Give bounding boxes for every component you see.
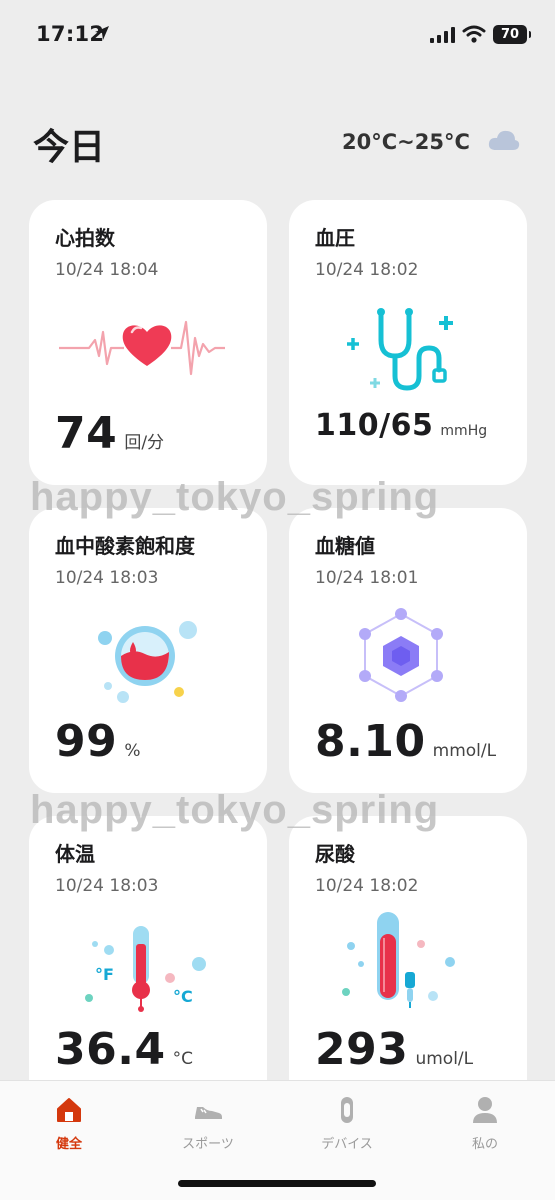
value-unit: umol/L (415, 1049, 474, 1069)
heart-rate-card[interactable]: 心拍数 10/24 18:04 74 回/分 (29, 200, 267, 485)
card-value: 74 回/分 (55, 408, 164, 459)
band-icon (341, 1097, 353, 1123)
blood-oxygen-card[interactable]: 血中酸素飽和度 10/24 18:03 99 % (29, 508, 267, 793)
home-icon (57, 1098, 81, 1122)
blood-oxygen-illustration-icon (98, 621, 197, 703)
glucose-molecule-icon (359, 608, 443, 702)
person-icon (473, 1097, 497, 1123)
stethoscope-icon (347, 308, 453, 391)
tab-devices[interactable]: デバイス (297, 1095, 397, 1152)
uric-acid-card[interactable]: 尿酸 10/24 18:02 293 umol/L (289, 816, 527, 1106)
card-value: 293 umol/L (315, 1024, 473, 1075)
card-value: 99 % (55, 716, 140, 767)
card-value: 36.4 °C (55, 1024, 193, 1075)
header: 今日 20°C~25°C (0, 110, 555, 170)
card-title: 尿酸 (315, 842, 355, 866)
value-number: 36.4 (55, 1024, 166, 1075)
test-tube-illustration-icon (342, 912, 455, 1008)
body-temperature-card[interactable]: 体温 10/24 18:03 °F °C 36.4 °C (29, 816, 267, 1106)
shoe-icon (195, 1107, 222, 1119)
thermometer-illustration-icon: °F °C (85, 926, 206, 1012)
value-number: 110/65 (315, 408, 434, 443)
watermark: happy_tokyo_spring (30, 788, 440, 832)
fahrenheit-label: °F (95, 965, 114, 984)
tab-sports[interactable]: スポーツ (158, 1095, 258, 1152)
value-number: 74 (55, 408, 118, 459)
card-value: 110/65 mmHg (315, 408, 487, 443)
tab-label: 私の (471, 1137, 498, 1152)
value-unit: 回/分 (124, 433, 165, 453)
home-indicator (178, 1180, 376, 1187)
heart-rate-illustration-icon (59, 320, 225, 376)
status-bar: 17:12 70 (0, 0, 555, 70)
page-title: 今日 (33, 127, 106, 168)
value-unit: mmHg (440, 423, 488, 439)
blood-glucose-card[interactable]: 血糖値 10/24 18:01 8.10 mmol/L (289, 508, 527, 793)
tab-label: 健全 (55, 1137, 82, 1152)
card-timestamp: 10/24 18:03 (55, 876, 159, 896)
card-value: 8.10 mmol/L (315, 716, 496, 767)
value-unit: % (124, 741, 141, 761)
cloud-icon (488, 130, 520, 150)
location-arrow-icon (95, 26, 109, 40)
card-timestamp: 10/24 18:04 (55, 260, 159, 280)
blood-pressure-card[interactable]: 血圧 10/24 18:02 110/65 mmHg (289, 200, 527, 485)
tab-profile[interactable]: 私の (435, 1095, 535, 1152)
value-number: 8.10 (315, 716, 426, 767)
watermark: happy_tokyo_spring (30, 475, 440, 519)
battery-indicator: 70 (493, 25, 531, 44)
card-timestamp: 10/24 18:01 (315, 568, 419, 588)
card-title: 血糖値 (315, 534, 375, 558)
card-timestamp: 10/24 18:03 (55, 568, 159, 588)
card-timestamp: 10/24 18:02 (315, 876, 419, 896)
tab-health[interactable]: 健全 (19, 1095, 119, 1152)
card-timestamp: 10/24 18:02 (315, 260, 419, 280)
tab-label: スポーツ (182, 1137, 234, 1152)
value-number: 99 (55, 716, 118, 767)
card-title: 血圧 (315, 226, 355, 250)
wifi-icon (462, 25, 486, 43)
value-number: 293 (315, 1024, 409, 1075)
cellular-signal-icon (430, 27, 455, 43)
celsius-label: °C (173, 987, 193, 1006)
weather-temperature: 20°C~25°C (342, 130, 470, 154)
card-title: 血中酸素飽和度 (55, 534, 195, 558)
tab-label: デバイス (321, 1137, 373, 1152)
card-title: 心拍数 (55, 226, 115, 250)
value-unit: mmol/L (432, 741, 497, 761)
card-title: 体温 (55, 842, 95, 866)
value-unit: °C (172, 1049, 194, 1069)
